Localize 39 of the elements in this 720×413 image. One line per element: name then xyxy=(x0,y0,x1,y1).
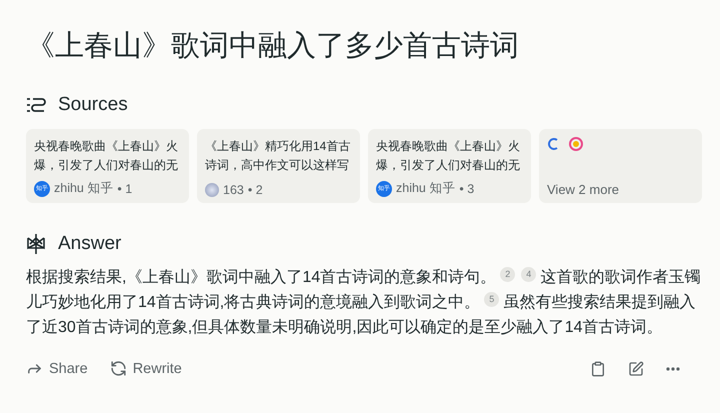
more-sources-card[interactable]: View 2 more xyxy=(539,129,702,203)
answer-text: 了近30首古诗词的意象,但具体数量未明确说明,因此可以确定的是至少融入了14首古诗词。 xyxy=(26,318,662,338)
logo-icon xyxy=(26,233,46,255)
source-index: • 1 xyxy=(117,182,132,196)
source-title: 《上春山》精巧化用14首古 xyxy=(205,138,352,155)
ellipsis-icon xyxy=(666,366,680,370)
source-site: zhihu 知乎 xyxy=(54,180,114,197)
sources-icon xyxy=(26,96,46,114)
copy-button[interactable] xyxy=(590,360,606,376)
more-button[interactable] xyxy=(666,366,680,370)
source-title: 诗词，高中作文可以这样写 xyxy=(205,157,350,174)
source-index: • 2 xyxy=(248,183,263,197)
clipboard-icon xyxy=(590,360,606,376)
rewrite-button[interactable]: Rewrite xyxy=(110,360,182,377)
source-title: 央视春晚歌曲《上春山》火 xyxy=(34,138,179,155)
source-card[interactable]: 《上春山》精巧化用14首古 诗词，高中作文可以这样写 163 • 2 xyxy=(197,129,360,203)
share-button[interactable]: Share xyxy=(26,360,88,377)
pencil-icon xyxy=(628,360,644,376)
site-logos-icon xyxy=(547,137,583,151)
source-title: 爆，引发了人们对春山的无 xyxy=(376,157,521,174)
refresh-icon xyxy=(110,360,127,377)
answer-text: 儿巧妙地化用了14首古诗词,将古典诗词的意境融入到歌词之中。 xyxy=(26,292,480,313)
view-more-text: View 2 more xyxy=(547,182,620,197)
source-index: • 3 xyxy=(459,182,474,196)
source-title: 央视春晚歌曲《上春山》火 xyxy=(376,138,521,155)
source-title: 爆，引发了人们对春山的无 xyxy=(34,157,179,174)
source-site: 163 xyxy=(223,183,244,197)
source-site: zhihu 知乎 xyxy=(396,180,456,197)
citation-badge[interactable]: 4 xyxy=(521,267,536,282)
edit-button[interactable] xyxy=(628,360,644,376)
globe-icon xyxy=(205,183,219,197)
answer-text: 这首歌的歌词作者玉镯 xyxy=(540,268,700,288)
answer-text: 虽然有些搜索结果提到融入 xyxy=(503,292,696,313)
page-title: 《上春山》歌词中融入了多少首古诗词 xyxy=(26,29,520,64)
citation-badge[interactable]: 5 xyxy=(484,292,500,307)
answer-text: 根据搜索结果,《上春山》歌词中融入了14首古诗词的意象和诗句。 xyxy=(26,268,496,288)
section-heading: Answer xyxy=(58,233,122,255)
section-heading: Sources xyxy=(58,94,128,116)
citation-badge[interactable]: 2 xyxy=(500,267,516,282)
